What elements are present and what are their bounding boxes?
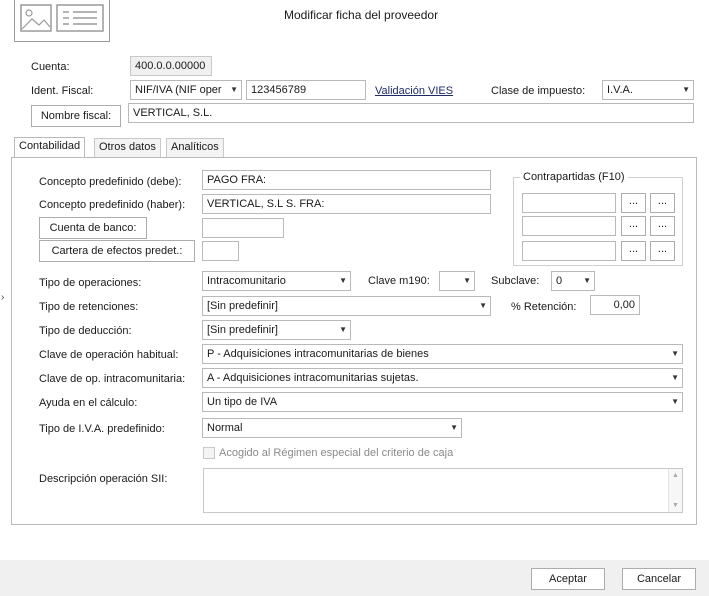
chevron-down-icon: ▼ (479, 301, 487, 310)
supplier-image-placeholder[interactable] (14, 0, 110, 42)
clave-m190-select[interactable]: ▼ (439, 271, 475, 291)
tab-contabilidad[interactable]: Contabilidad (14, 137, 86, 157)
contrapartida-1-extra-button[interactable]: ... (650, 193, 675, 213)
ident-fiscal-input[interactable]: 123456789 (246, 80, 366, 100)
tipo-operaciones-select[interactable]: Intracomunitario ▼ (202, 271, 351, 291)
chevron-down-icon: ▼ (339, 276, 347, 285)
descripcion-sii-label: Descripción operación SII: (39, 473, 168, 485)
tipo-operaciones-value: Intracomunitario (207, 275, 286, 287)
ident-fiscal-label: Ident. Fiscal: (31, 85, 94, 97)
chevron-down-icon: ▼ (671, 373, 679, 382)
tipo-iva-value: Normal (207, 422, 243, 434)
ayuda-calculo-select[interactable]: Un tipo de IVA ▼ (202, 392, 683, 412)
descripcion-sii-textarea[interactable]: ▲ ▼ (203, 468, 683, 513)
clase-impuesto-select[interactable]: I.V.A. ▼ (602, 80, 694, 100)
retencion-value: 0,00 (613, 299, 635, 311)
tipo-retenciones-value: [Sin predefinir] (207, 300, 278, 312)
ayuda-calculo-value: Un tipo de IVA (207, 396, 278, 408)
chevron-down-icon: ▼ (682, 85, 690, 94)
clase-impuesto-label: Clase de impuesto: (491, 85, 586, 97)
tipo-deduccion-label: Tipo de deducción: (39, 325, 132, 337)
clave-habitual-select[interactable]: P - Adquisiciones intracomunitarias de b… (202, 344, 683, 364)
clave-intra-label: Clave de op. intracomunitaria: (39, 373, 186, 385)
concepto-haber-input[interactable]: VERTICAL, S.L S. FRA: (202, 194, 491, 214)
tipo-retenciones-select[interactable]: [Sin predefinir] ▼ (202, 296, 491, 316)
chevron-down-icon: ▼ (583, 276, 591, 285)
clase-impuesto-value: I.V.A. (607, 84, 633, 96)
contrapartida-input-3[interactable] (522, 241, 616, 261)
contrapartida-3-extra-button[interactable]: ... (650, 241, 675, 261)
tipo-deduccion-value: [Sin predefinir] (207, 324, 278, 336)
retencion-label: % Retención: (511, 301, 577, 313)
scroll-down-icon[interactable]: ▼ (672, 502, 679, 509)
nombre-fiscal-button[interactable]: Nombre fiscal: (31, 105, 121, 127)
retencion-input[interactable]: 0,00 (590, 295, 640, 315)
cuenta-label: Cuenta: (31, 61, 70, 73)
acogido-checkbox[interactable] (203, 447, 215, 459)
contrapartida-input-1[interactable] (522, 193, 616, 213)
vies-validation-link[interactable]: Validación VIES (375, 85, 453, 97)
textarea-scrollbar[interactable]: ▲ ▼ (668, 469, 682, 512)
tipo-iva-label: Tipo de I.V.A. predefinido: (39, 423, 165, 435)
chevron-down-icon: ▼ (230, 85, 238, 94)
clave-intra-value: A - Adquisiciones intracomunitarias suje… (207, 372, 419, 384)
accept-button[interactable]: Aceptar (531, 568, 605, 590)
acogido-label: Acogido al Régimen especial del criterio… (219, 447, 454, 459)
chevron-down-icon: ▼ (463, 276, 471, 285)
cartera-efectos-input[interactable] (202, 241, 239, 261)
subclave-label: Subclave: (491, 275, 540, 287)
cuenta-banco-button[interactable]: Cuenta de banco: (39, 217, 147, 239)
clave-intra-select[interactable]: A - Adquisiciones intracomunitarias suje… (202, 368, 683, 388)
image-icon (20, 4, 104, 32)
concepto-haber-label: Concepto predefinido (haber): (39, 199, 186, 211)
contrapartida-2-extra-button[interactable]: ... (650, 216, 675, 236)
contrapartida-1-search-button[interactable]: ... (621, 193, 646, 213)
dialog-title: Modificar ficha del proveedor (284, 8, 439, 22)
tab-analiticos[interactable]: Analíticos (166, 138, 224, 157)
tipo-operaciones-label: Tipo de operaciones: (39, 277, 142, 289)
concepto-debe-input[interactable]: PAGO FRA: (202, 170, 491, 190)
chevron-down-icon: ▼ (339, 325, 347, 334)
chevron-right-icon[interactable]: › (1, 292, 4, 303)
subclave-select[interactable]: 0 ▼ (551, 271, 595, 291)
contrapartidas-title: Contrapartidas (F10) (520, 171, 628, 183)
cuenta-field[interactable]: 400.0.0.00000 (130, 56, 212, 76)
tab-otros-datos[interactable]: Otros datos (94, 138, 161, 157)
tipo-iva-select[interactable]: Normal ▼ (202, 418, 462, 438)
subclave-value: 0 (556, 275, 563, 287)
nombre-fiscal-input[interactable]: VERTICAL, S.L. (128, 103, 694, 123)
chevron-down-icon: ▼ (671, 349, 679, 358)
scroll-up-icon[interactable]: ▲ (672, 472, 679, 479)
clave-m190-label: Clave m190: (368, 275, 430, 287)
chevron-down-icon: ▼ (671, 397, 679, 406)
cuenta-banco-input[interactable] (202, 218, 284, 238)
ident-type-select[interactable]: NIF/IVA (NIF oper ▼ (130, 80, 242, 100)
clave-habitual-label: Clave de operación habitual: (39, 349, 179, 361)
cartera-efectos-button[interactable]: Cartera de efectos predet.: (39, 240, 195, 262)
contrapartida-input-2[interactable] (522, 216, 616, 236)
contrapartida-3-search-button[interactable]: ... (621, 241, 646, 261)
cancel-button[interactable]: Cancelar (622, 568, 696, 590)
chevron-down-icon: ▼ (450, 423, 458, 432)
clave-habitual-value: P - Adquisiciones intracomunitarias de b… (207, 348, 429, 360)
contrapartida-2-search-button[interactable]: ... (621, 216, 646, 236)
concepto-debe-label: Concepto predefinido (debe): (39, 176, 182, 188)
ident-type-value: NIF/IVA (NIF oper (135, 84, 222, 96)
tipo-deduccion-select[interactable]: [Sin predefinir] ▼ (202, 320, 351, 340)
tipo-retenciones-label: Tipo de retenciones: (39, 301, 139, 313)
ayuda-calculo-label: Ayuda en el cálculo: (39, 397, 138, 409)
